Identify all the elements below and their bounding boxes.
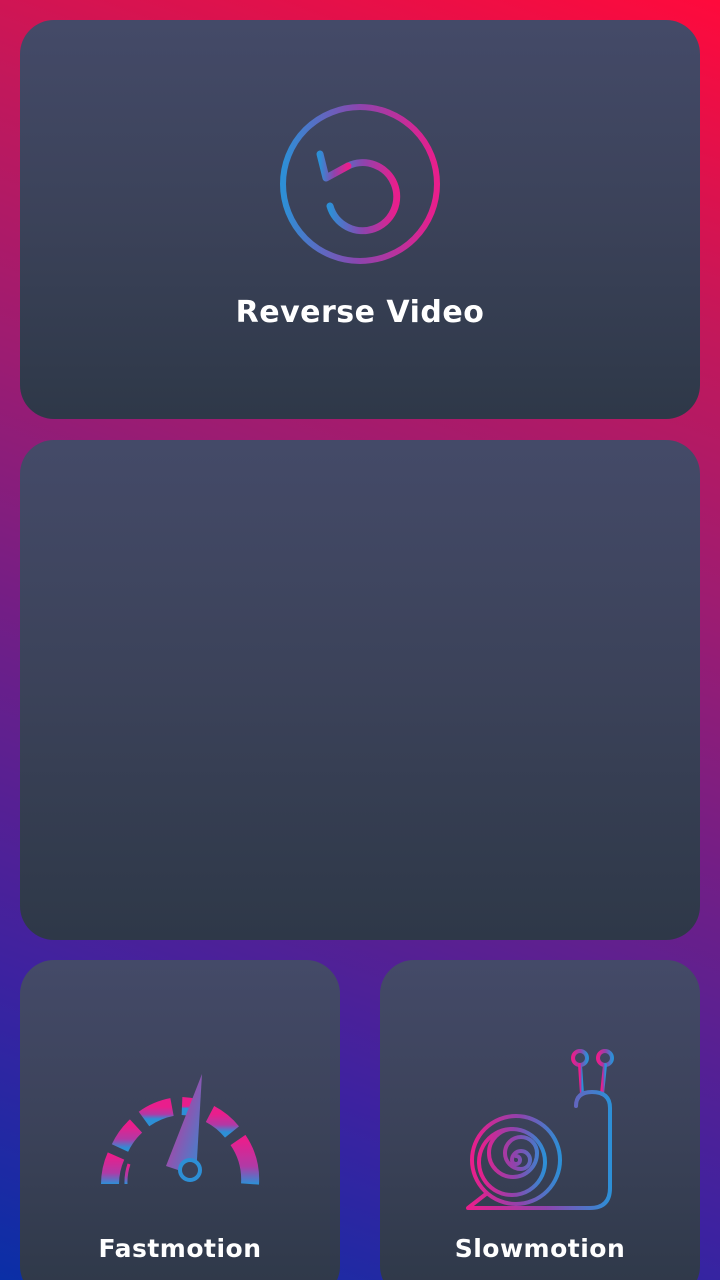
fastmotion-label: Fastmotion [98,1234,262,1263]
reverse-video-card[interactable]: Reverse Video [20,20,700,419]
snail-icon [466,1049,614,1210]
slowmotion-label: Slowmotion [454,1234,626,1263]
reverse-arrow-icon [280,104,440,264]
reverse-video-label: Reverse Video [235,295,485,330]
speedometer-icon [101,1074,260,1185]
fastmotion-card[interactable]: Fastmotion [20,960,340,1280]
slowmotion-card[interactable]: Slowmotion [380,960,700,1280]
empty-panel [20,440,700,940]
